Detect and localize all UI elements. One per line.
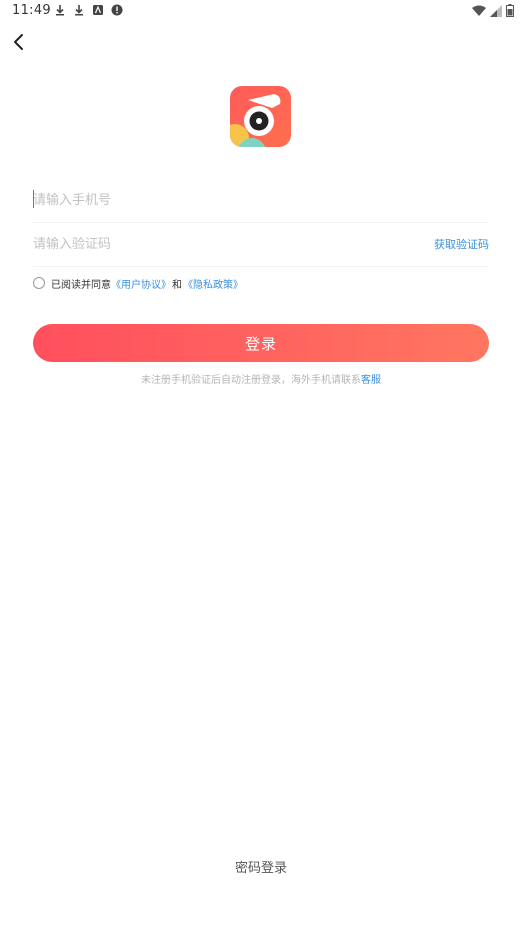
agreement-checkbox[interactable] (33, 277, 45, 289)
app-logo (230, 86, 291, 147)
download-icon (75, 5, 83, 16)
user-agreement-link[interactable]: 《用户协议》 (111, 276, 171, 291)
battery-icon (506, 4, 514, 17)
app-notification-icon (93, 5, 103, 15)
customer-service-link[interactable]: 客服 (361, 375, 381, 386)
download-icon (56, 5, 64, 16)
login-button[interactable]: 登录 (33, 324, 489, 362)
verification-code-input[interactable] (33, 234, 413, 254)
agreement-row: 已阅读并同意 《用户协议》 和 《隐私政策》 (33, 275, 243, 291)
phone-input[interactable] (33, 190, 413, 210)
back-arrow-icon (14, 34, 23, 50)
agreement-and: 和 (172, 279, 182, 291)
back-button[interactable] (8, 30, 32, 54)
wifi-icon (472, 5, 486, 16)
agreement-prefix: 已阅读并同意 (51, 279, 111, 291)
password-login-button[interactable]: 密码登录 (0, 857, 522, 876)
privacy-policy-link[interactable]: 《隐私政策》 (183, 276, 243, 291)
whistle-logo-icon (230, 86, 291, 147)
signal-icon (490, 4, 502, 17)
status-bar: 11:49 (0, 0, 522, 22)
alert-icon (111, 4, 123, 16)
get-code-button[interactable]: 获取验证码 (434, 236, 489, 252)
notification-icons (54, 4, 123, 16)
register-hint: 未注册手机验证后自动注册登录，海外手机请联系客服 (0, 371, 522, 386)
text-cursor (33, 190, 34, 208)
phone-field-row (33, 178, 489, 223)
system-icons (472, 4, 514, 17)
code-field-row: 获取验证码 (33, 222, 489, 267)
status-time: 11:49 (12, 3, 51, 18)
register-hint-text: 未注册手机验证后自动注册登录，海外手机请联系 (141, 375, 361, 386)
